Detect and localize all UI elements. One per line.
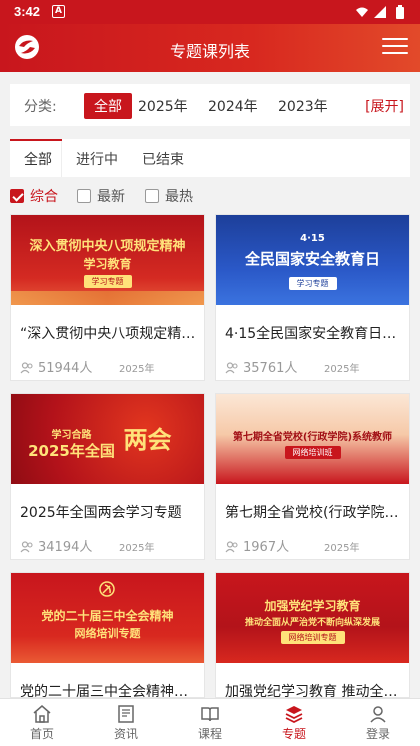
course-title: 第七期全省党校(行政学院)系统教师网络培训班: [225, 505, 403, 521]
course-year: 2025年: [324, 364, 360, 375]
book-icon: [201, 707, 219, 722]
course-card[interactable]: 深入贯彻中央八项规定精神 学习教育 学习专题 “深入贯彻中央八项规定精神学习教育…: [10, 214, 205, 381]
course-card[interactable]: 加强党纪学习教育 推动全面从严治党不断向纵深发展 网络培训专题 加强党纪学习教育…: [215, 572, 410, 698]
checkbox-icon: [145, 189, 159, 203]
nav-news[interactable]: 资讯: [84, 699, 168, 746]
banner-badge: 网络培训专题: [280, 631, 345, 644]
sort-comprehensive[interactable]: 综合: [10, 186, 58, 206]
course-thumbnail: 4·15 全民国家安全教育日 学习专题: [216, 215, 409, 305]
party-emblem-icon: [99, 581, 115, 597]
course-title: 党的二十届三中全会精神网络培训专题: [20, 684, 198, 698]
checkbox-checked-icon: [10, 189, 24, 203]
bottom-navigation: 首页 资讯 课程 专题 登录: [0, 698, 420, 746]
filter-option-2024[interactable]: 2024年: [208, 96, 258, 116]
tab-ended[interactable]: 已结束: [142, 149, 184, 169]
nav-courses[interactable]: 课程: [168, 699, 252, 746]
signal-icon: [374, 6, 386, 18]
banner-badge: 学习专题: [288, 277, 337, 290]
participant-count: 51944人: [20, 357, 92, 376]
sort-label: 最热: [165, 189, 193, 205]
course-title: 加强党纪学习教育 推动全面从严治党不断向纵深发展: [225, 684, 403, 698]
sort-newest[interactable]: 最新: [77, 186, 125, 206]
filter-option-2025[interactable]: 2025年: [138, 96, 188, 116]
layers-icon: [285, 706, 303, 724]
banner-text: 学习教育: [83, 257, 132, 271]
status-time: 3:42: [14, 4, 41, 19]
filter-label: 分类:: [24, 99, 57, 115]
banner-text: 全民国家安全教育日: [244, 250, 380, 268]
filter-option-all[interactable]: 全部: [84, 93, 132, 119]
course-thumbnail: 加强党纪学习教育 推动全面从严治党不断向纵深发展 网络培训专题: [216, 573, 409, 663]
course-thumbnail: 学习合路 2025年全国 两会: [11, 394, 204, 484]
home-icon: [33, 705, 51, 723]
people-icon: [20, 362, 33, 374]
count-text: 1967人: [243, 540, 290, 555]
course-card[interactable]: 4·15 全民国家安全教育日 学习专题 4·15全民国家安全教育日学习专题 35…: [215, 214, 410, 381]
course-thumbnail: 党的二十届三中全会精神 网络培训专题: [11, 573, 204, 663]
count-text: 34194人: [38, 540, 93, 555]
banner-tag: 4·15: [300, 233, 325, 244]
course-thumbnail: 第七期全省党校(行政学院)系统教师 网络培训班: [216, 394, 409, 484]
nav-label: 首页: [29, 727, 54, 741]
course-year: 2025年: [119, 364, 155, 375]
count-text: 51944人: [38, 361, 93, 376]
course-thumbnail: 深入贯彻中央八项规定精神 学习教育 学习专题: [11, 215, 204, 305]
banner-text: 党的二十届三中全会精神: [41, 609, 174, 623]
banner-badge: 网络培训班: [284, 446, 341, 459]
tab-active-indicator: [10, 139, 62, 141]
filter-option-2023[interactable]: 2023年: [278, 96, 328, 116]
participant-count: 1967人: [225, 536, 289, 555]
news-icon: [118, 705, 134, 723]
banner-text: 推动全面从严治党不断向纵深发展: [244, 618, 380, 628]
people-icon: [225, 362, 238, 374]
course-card[interactable]: 第七期全省党校(行政学院)系统教师 网络培训班 第七期全省党校(行政学院)系统教…: [215, 393, 410, 560]
notification-icon: A: [52, 5, 65, 18]
status-bar: 3:42 A: [0, 0, 420, 24]
nav-login[interactable]: 登录: [336, 699, 420, 746]
banner-text: 加强党纪学习教育: [264, 599, 361, 613]
people-icon: [225, 541, 238, 553]
participant-count: 34194人: [20, 536, 92, 555]
course-year: 2025年: [119, 543, 155, 554]
tab-all[interactable]: 全部: [24, 149, 52, 169]
nav-label: 登录: [365, 727, 390, 741]
banner-big-text: 两会: [123, 425, 172, 454]
page-title: 专题课列表: [169, 42, 250, 61]
sort-label: 综合: [30, 189, 58, 205]
people-icon: [20, 541, 33, 553]
system-status-icons: [356, 5, 404, 19]
battery-icon: [396, 7, 404, 19]
sort-label: 最新: [97, 189, 125, 205]
expand-button[interactable]: [展开]: [365, 96, 404, 116]
checkbox-icon: [77, 189, 91, 203]
course-title: 2025年全国两会学习专题: [20, 505, 182, 521]
participant-count: 35761人: [225, 357, 297, 376]
app-header: 专题课列表: [0, 24, 420, 72]
category-filter: 分类: 全部 2025年 2024年 2023年 [展开]: [10, 84, 410, 126]
wifi-icon: [356, 7, 368, 17]
banner-text: 第七期全省党校(行政学院)系统教师: [232, 432, 393, 443]
status-tabs: 全部 进行中 已结束: [10, 139, 410, 177]
sort-hottest[interactable]: 最热: [145, 186, 193, 206]
course-title: 4·15全民国家安全教育日学习专题: [225, 326, 403, 342]
nav-home[interactable]: 首页: [0, 699, 84, 746]
banner-text: 深入贯彻中央八项规定精神: [29, 239, 186, 254]
nav-topics[interactable]: 专题: [252, 699, 336, 746]
sort-options: 综合 最新 最热: [0, 182, 420, 210]
nav-label: 资讯: [113, 727, 138, 741]
menu-icon[interactable]: [382, 38, 408, 58]
banner-text: 网络培训专题: [74, 627, 141, 640]
course-year: 2025年: [324, 543, 360, 554]
nav-label: 专题: [281, 727, 306, 741]
banner-badge: 学习专题: [83, 275, 132, 288]
nav-label: 课程: [197, 727, 222, 741]
tab-ongoing[interactable]: 进行中: [76, 149, 118, 169]
user-icon: [370, 706, 386, 723]
course-card[interactable]: 学习合路 2025年全国 两会 2025年全国两会学习专题 34194人 202…: [10, 393, 205, 560]
course-title: “深入贯彻中央八项规定精神学习教育”: [20, 326, 198, 342]
count-text: 35761人: [243, 361, 298, 376]
course-card[interactable]: 党的二十届三中全会精神 网络培训专题 党的二十届三中全会精神网络培训专题: [10, 572, 205, 698]
